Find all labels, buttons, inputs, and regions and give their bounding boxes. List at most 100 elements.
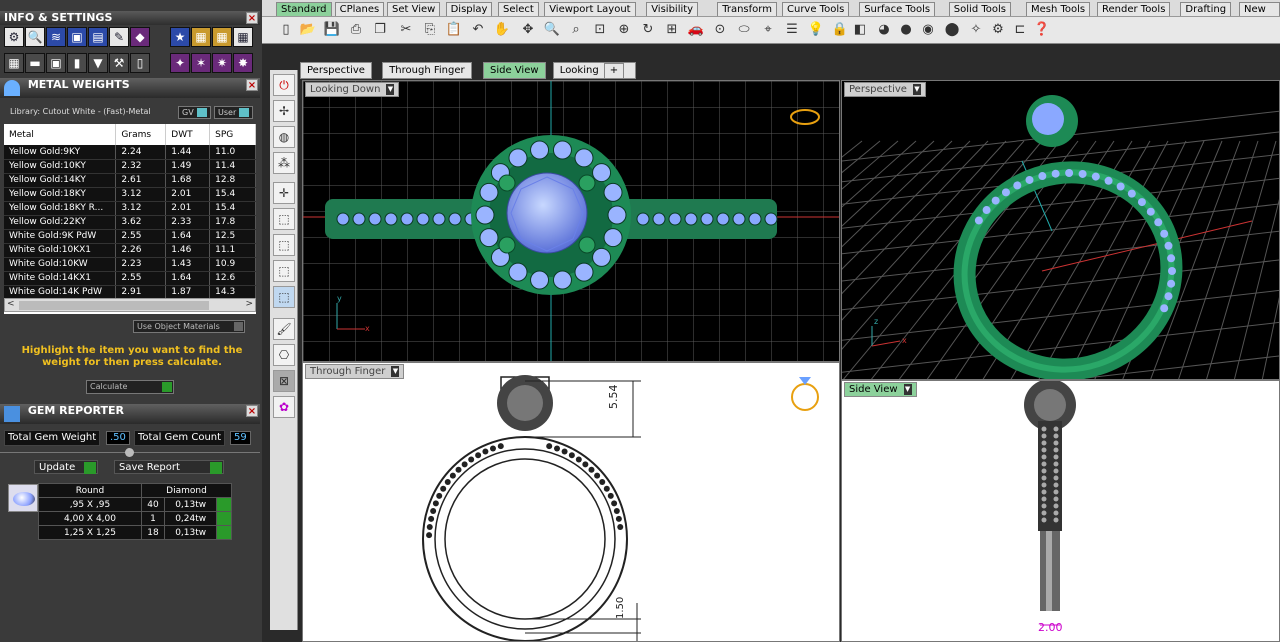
- cube-icon[interactable]: ▣: [67, 27, 87, 47]
- menu-tab-drafting[interactable]: Drafting: [1180, 2, 1232, 16]
- copy-layout-icon[interactable]: ❐: [370, 20, 390, 40]
- grid-icon[interactable]: ▦: [4, 53, 24, 73]
- table-row[interactable]: White Gold:14KX1 2.55 1.64 12.6: [4, 271, 256, 286]
- menu-tab-cplanes[interactable]: CPlanes: [334, 2, 385, 16]
- ellipse-icon[interactable]: ⬭: [734, 20, 754, 40]
- viewport-label-looking-down[interactable]: Looking Down ▼: [305, 82, 400, 97]
- metal-column-header[interactable]: Grams: [115, 124, 167, 145]
- prong-icon[interactable]: ✶: [191, 53, 211, 73]
- scroll-thumb[interactable]: [19, 301, 209, 310]
- use-object-materials-button[interactable]: Use Object Materials: [133, 320, 245, 333]
- chevron-down-icon[interactable]: ▼: [903, 383, 912, 395]
- open-folder-icon[interactable]: 📂: [298, 20, 318, 40]
- gem-cube-icon[interactable]: ◆: [130, 27, 150, 47]
- menu-tab-new-in-v5[interactable]: New in V5: [1239, 2, 1280, 28]
- snap-icon[interactable]: ⌖: [758, 20, 778, 40]
- chevron-down-icon[interactable]: ▼: [391, 365, 400, 377]
- copy-icon[interactable]: ⎘: [420, 20, 440, 40]
- options-gear-icon[interactable]: ⚙: [988, 20, 1008, 40]
- close-icon[interactable]: ×: [246, 405, 258, 417]
- close-icon[interactable]: ×: [246, 79, 258, 91]
- menu-tab-render-tools[interactable]: Render Tools: [1097, 2, 1171, 16]
- pan-hand-icon[interactable]: ✋: [492, 20, 512, 40]
- metal-column-header[interactable]: Metal: [4, 124, 117, 145]
- transform-icon[interactable]: ✛: [273, 182, 295, 204]
- chevron-down-icon[interactable]: ▼: [386, 83, 395, 95]
- scroll-left-icon[interactable]: <: [7, 299, 15, 309]
- table-row[interactable]: Yellow Gold:18KY R... 3.12 2.01 15.4: [4, 201, 256, 216]
- shaded-sphere-icon[interactable]: ●: [896, 20, 916, 40]
- settings-icon[interactable]: ⚙: [4, 27, 24, 47]
- layers-icon[interactable]: ≋: [46, 27, 66, 47]
- point-icon[interactable]: ⊙: [710, 20, 730, 40]
- splitter[interactable]: [0, 447, 260, 459]
- table-row[interactable]: Yellow Gold:9KY 2.24 1.44 11.0: [4, 145, 256, 160]
- print-icon[interactable]: ⎙: [346, 20, 366, 40]
- metal-column-header[interactable]: DWT: [165, 124, 211, 145]
- brush-icon[interactable]: 🖌: [273, 318, 295, 340]
- viewport-tab-perspective[interactable]: Perspective: [300, 62, 372, 79]
- play-icon[interactable]: [210, 462, 222, 474]
- blue-sphere-icon[interactable]: ⬤: [942, 20, 962, 40]
- menu-tab-curve-tools[interactable]: Curve Tools: [782, 2, 850, 16]
- table-row[interactable]: White Gold:10KW 2.23 1.43 10.9: [4, 257, 256, 272]
- color-wheel-icon[interactable]: ◕: [874, 20, 894, 40]
- update-button[interactable]: Update: [34, 460, 98, 474]
- properties-icon[interactable]: ☰: [782, 20, 802, 40]
- scroll-right-icon[interactable]: >: [245, 299, 253, 309]
- viewport-tab-through-finger[interactable]: Through Finger: [382, 62, 472, 79]
- play-icon[interactable]: [84, 462, 96, 474]
- menu-tab-surface-tools[interactable]: Surface Tools: [859, 2, 936, 16]
- view-cube-persp-icon[interactable]: ⬚: [273, 286, 295, 308]
- viewport-perspective[interactable]: z x Perspective ▼: [841, 80, 1280, 380]
- user-toggle[interactable]: User: [214, 106, 254, 119]
- pave-icon[interactable]: ✷: [212, 53, 232, 73]
- select-gem-icon[interactable]: [216, 525, 232, 540]
- table-row[interactable]: Yellow Gold:18KY 3.12 2.01 15.4: [4, 187, 256, 202]
- close-icon[interactable]: ×: [246, 12, 258, 24]
- figure-icon[interactable]: ★: [170, 27, 190, 47]
- view-cube-side-icon[interactable]: ⬚: [273, 260, 295, 282]
- box-icon[interactable]: ▣: [46, 53, 66, 73]
- frame-icon[interactable]: ▦: [191, 27, 211, 47]
- table-row[interactable]: White Gold:14K PdW 2.91 1.87 14.3: [4, 285, 256, 300]
- help-icon[interactable]: ❓: [1032, 20, 1052, 40]
- checkbox-icon[interactable]: [234, 322, 243, 331]
- axis-icon[interactable]: ✢: [273, 100, 295, 122]
- cylinder-icon[interactable]: ▮: [67, 53, 87, 73]
- zoom-window-icon[interactable]: ⌕: [566, 20, 586, 40]
- viewport-side-view[interactable]: 2.00 Side View ▼: [841, 380, 1280, 642]
- menu-tab-set-view[interactable]: Set View: [387, 2, 441, 16]
- view-cube-front-icon[interactable]: ⬚: [273, 234, 295, 256]
- frame2-icon[interactable]: ▦: [212, 27, 232, 47]
- menu-tab-standard[interactable]: Standard: [276, 2, 332, 16]
- table-row[interactable]: Yellow Gold:22KY 3.62 2.33 17.8: [4, 215, 256, 230]
- light-icon[interactable]: 💡: [806, 20, 826, 40]
- table-row[interactable]: Yellow Gold:14KY 2.61 1.68 12.8: [4, 173, 256, 188]
- rendered-sphere-icon[interactable]: ◉: [918, 20, 938, 40]
- viewport-through-finger[interactable]: 5.54 1.50 Through Finger ▼: [302, 362, 840, 642]
- play-icon[interactable]: [162, 382, 172, 392]
- undo-icon[interactable]: ↶: [468, 20, 488, 40]
- new-file-icon[interactable]: ▯: [276, 20, 296, 40]
- search-icon[interactable]: 🔍: [25, 27, 45, 47]
- disable-icon[interactable]: ⊠: [273, 370, 295, 392]
- zoom-selected-icon[interactable]: ⊕: [614, 20, 634, 40]
- select-gem-icon[interactable]: [216, 497, 232, 512]
- paste-icon[interactable]: 📋: [444, 20, 464, 40]
- nodes-icon[interactable]: ⁂: [273, 152, 295, 174]
- splitter-handle-icon[interactable]: [125, 448, 134, 457]
- calculate-button[interactable]: Calculate: [86, 380, 174, 394]
- funnel-icon[interactable]: ▼: [88, 53, 108, 73]
- chevron-down-icon[interactable]: ▼: [912, 83, 921, 95]
- table-row[interactable]: White Gold:10KX1 2.26 1.46 11.1: [4, 243, 256, 258]
- viewport-label-side-view[interactable]: Side View ▼: [844, 382, 917, 397]
- menu-tab-select[interactable]: Select: [498, 2, 539, 16]
- menu-tab-visibility[interactable]: Visibility: [646, 2, 699, 16]
- metal-table[interactable]: Metal Grams DWT SPG Yellow Gold:9KY 2.24 1.44…: [4, 124, 256, 314]
- viewport-label-through-finger[interactable]: Through Finger ▼: [305, 364, 405, 379]
- gv-toggle[interactable]: GV: [178, 106, 211, 119]
- save-report-button[interactable]: Save Report: [114, 460, 224, 474]
- menu-tab-transform[interactable]: Transform: [717, 2, 777, 16]
- globe-icon[interactable]: ◍: [273, 126, 295, 148]
